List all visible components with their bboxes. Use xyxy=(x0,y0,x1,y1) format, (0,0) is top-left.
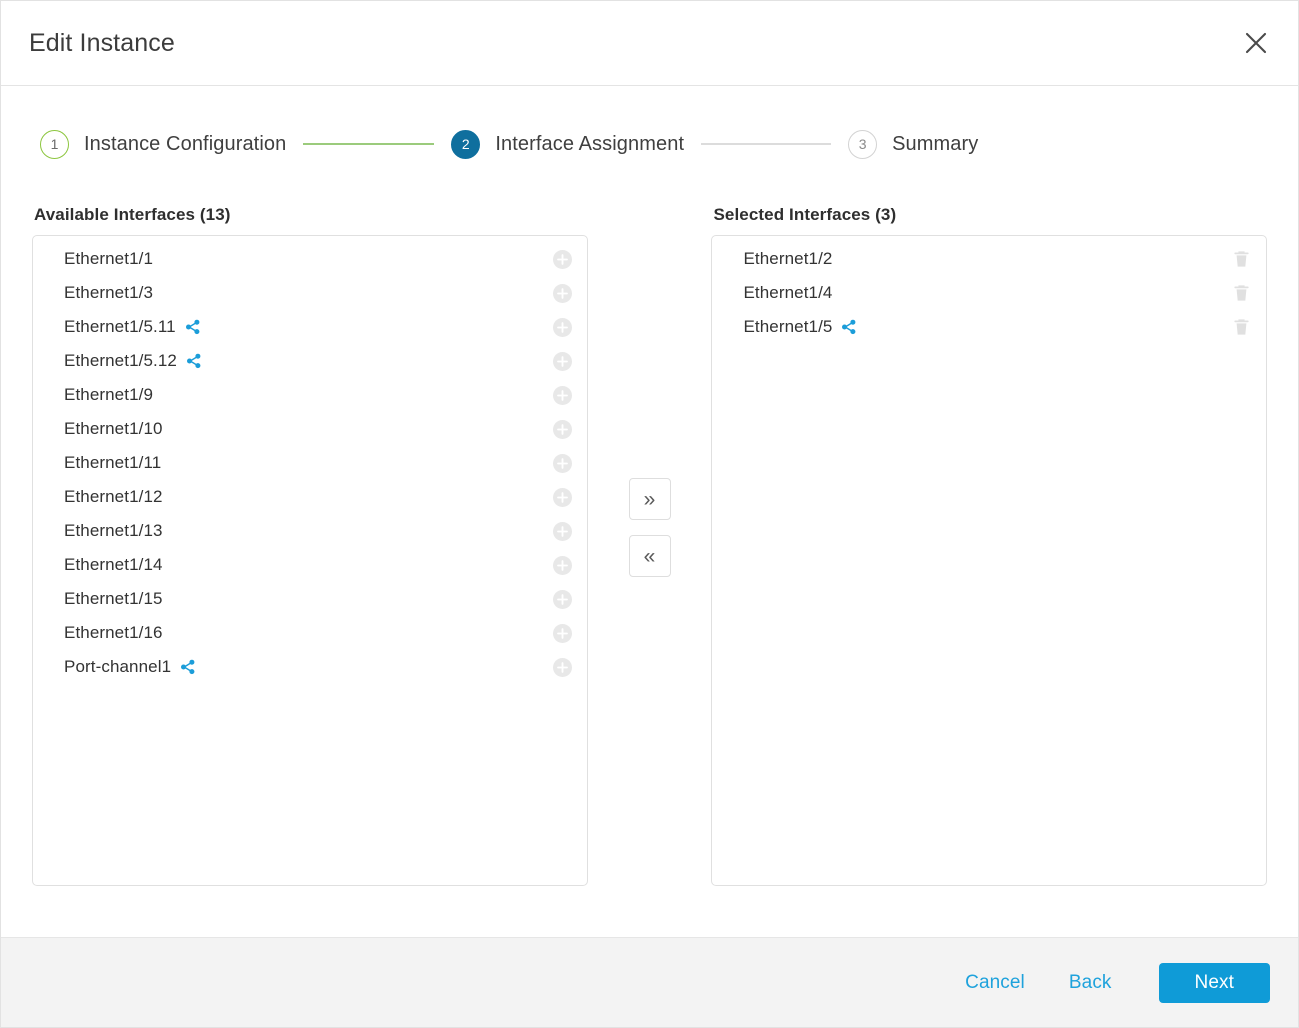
step-3-circle: 3 xyxy=(848,129,878,159)
plus-circle-icon[interactable] xyxy=(552,623,572,643)
plus-circle-icon[interactable] xyxy=(552,453,572,473)
list-item[interactable]: Port-channel1 xyxy=(33,650,587,684)
dialog-body: Available Interfaces (13) Ethernet1/1 Eth… xyxy=(1,170,1298,937)
list-item[interactable]: Ethernet1/9 xyxy=(33,378,587,412)
interface-name: Ethernet1/5 xyxy=(743,317,833,336)
list-item[interactable]: Ethernet1/1 xyxy=(33,242,587,276)
plus-circle-icon[interactable] xyxy=(552,521,572,541)
edit-instance-dialog: Edit Instance 1 Instance Configuration 2… xyxy=(0,0,1299,1028)
interface-name: Ethernet1/3 xyxy=(64,283,153,302)
list-item[interactable]: Ethernet1/4 xyxy=(712,276,1266,310)
available-interfaces-list[interactable]: Ethernet1/1 Ethernet1/3 Ethernet1/5.11 Ethe… xyxy=(32,235,588,886)
wizard-stepper: 1 Instance Configuration 2 Interface Ass… xyxy=(1,86,1298,170)
interface-name: Ethernet1/12 xyxy=(64,487,163,506)
interface-name: Ethernet1/9 xyxy=(64,385,153,404)
step-3-label: Summary xyxy=(892,132,979,155)
trash-icon[interactable] xyxy=(1232,250,1251,269)
plus-circle-icon[interactable] xyxy=(552,657,572,677)
chevron-double-right-icon[interactable]: » xyxy=(628,478,671,520)
interface-name: Ethernet1/15 xyxy=(64,589,163,608)
plus-circle-icon[interactable] xyxy=(552,589,572,609)
step-summary[interactable]: 3 Summary xyxy=(848,129,979,159)
plus-circle-icon[interactable] xyxy=(552,385,572,405)
plus-circle-icon[interactable] xyxy=(552,419,572,439)
share-icon xyxy=(180,659,196,675)
list-item[interactable]: Ethernet1/16 xyxy=(33,616,587,650)
selected-interfaces-panel: Selected Interfaces (3) Ethernet1/2 Ether… xyxy=(711,205,1267,886)
plus-circle-icon[interactable] xyxy=(552,555,572,575)
list-item[interactable]: Ethernet1/12 xyxy=(33,480,587,514)
trash-icon[interactable] xyxy=(1232,318,1251,337)
share-icon xyxy=(186,353,202,369)
dialog-header: Edit Instance xyxy=(1,1,1298,86)
interface-name: Ethernet1/1 xyxy=(64,249,153,268)
back-button[interactable]: Back xyxy=(1047,964,1134,1002)
step-instance-configuration[interactable]: 1 Instance Configuration xyxy=(40,129,287,159)
page-title: Edit Instance xyxy=(29,28,175,57)
share-icon xyxy=(185,319,201,335)
step-1-label: Instance Configuration xyxy=(84,132,287,155)
dialog-footer: Cancel Back Next xyxy=(1,937,1298,1027)
interface-name: Ethernet1/4 xyxy=(743,283,833,302)
trash-icon[interactable] xyxy=(1232,284,1251,303)
list-item[interactable]: Ethernet1/3 xyxy=(33,276,587,310)
interface-name: Ethernet1/10 xyxy=(64,419,163,438)
list-item[interactable]: Ethernet1/5 xyxy=(712,310,1266,344)
list-item[interactable]: Ethernet1/13 xyxy=(33,514,587,548)
interface-name: Ethernet1/11 xyxy=(64,453,162,472)
step-connector-1 xyxy=(303,143,435,145)
cancel-button[interactable]: Cancel xyxy=(943,964,1047,1002)
transfer-controls: » « xyxy=(588,205,712,577)
interface-name: Ethernet1/14 xyxy=(64,555,163,574)
step-2-label: Interface Assignment xyxy=(495,132,685,155)
plus-circle-icon[interactable] xyxy=(552,487,572,507)
selected-interfaces-title: Selected Interfaces (3) xyxy=(713,205,897,224)
interface-name: Ethernet1/16 xyxy=(64,623,163,642)
plus-circle-icon[interactable] xyxy=(552,351,572,371)
selected-interfaces-list[interactable]: Ethernet1/2 Ethernet1/4 Ethernet1/5 xyxy=(711,235,1267,886)
list-item[interactable]: Ethernet1/10 xyxy=(33,412,587,446)
list-item[interactable]: Ethernet1/5.11 xyxy=(33,310,587,344)
step-interface-assignment[interactable]: 2 Interface Assignment xyxy=(451,129,685,159)
interface-name: Ethernet1/13 xyxy=(64,521,163,540)
list-item[interactable]: Ethernet1/2 xyxy=(712,242,1266,276)
plus-circle-icon[interactable] xyxy=(552,317,572,337)
share-icon xyxy=(841,319,857,335)
step-connector-2 xyxy=(701,143,832,145)
list-item[interactable]: Ethernet1/15 xyxy=(33,582,587,616)
step-2-circle: 2 xyxy=(451,129,481,159)
next-button[interactable]: Next xyxy=(1158,962,1270,1003)
list-item[interactable]: Ethernet1/14 xyxy=(33,548,587,582)
step-1-circle: 1 xyxy=(40,129,69,159)
interface-name: Port-channel1 xyxy=(64,657,172,676)
list-item[interactable]: Ethernet1/5.12 xyxy=(33,344,587,378)
interface-name: Ethernet1/5.11 xyxy=(64,317,176,336)
plus-circle-icon[interactable] xyxy=(552,249,572,269)
chevron-double-left-icon[interactable]: « xyxy=(628,535,671,577)
list-item[interactable]: Ethernet1/11 xyxy=(33,446,587,480)
close-icon[interactable] xyxy=(1234,21,1278,65)
available-interfaces-panel: Available Interfaces (13) Ethernet1/1 Eth… xyxy=(32,205,588,886)
interface-name: Ethernet1/5.12 xyxy=(64,351,177,370)
plus-circle-icon[interactable] xyxy=(552,283,572,303)
interface-name: Ethernet1/2 xyxy=(743,249,833,268)
available-interfaces-title: Available Interfaces (13) xyxy=(34,205,231,224)
